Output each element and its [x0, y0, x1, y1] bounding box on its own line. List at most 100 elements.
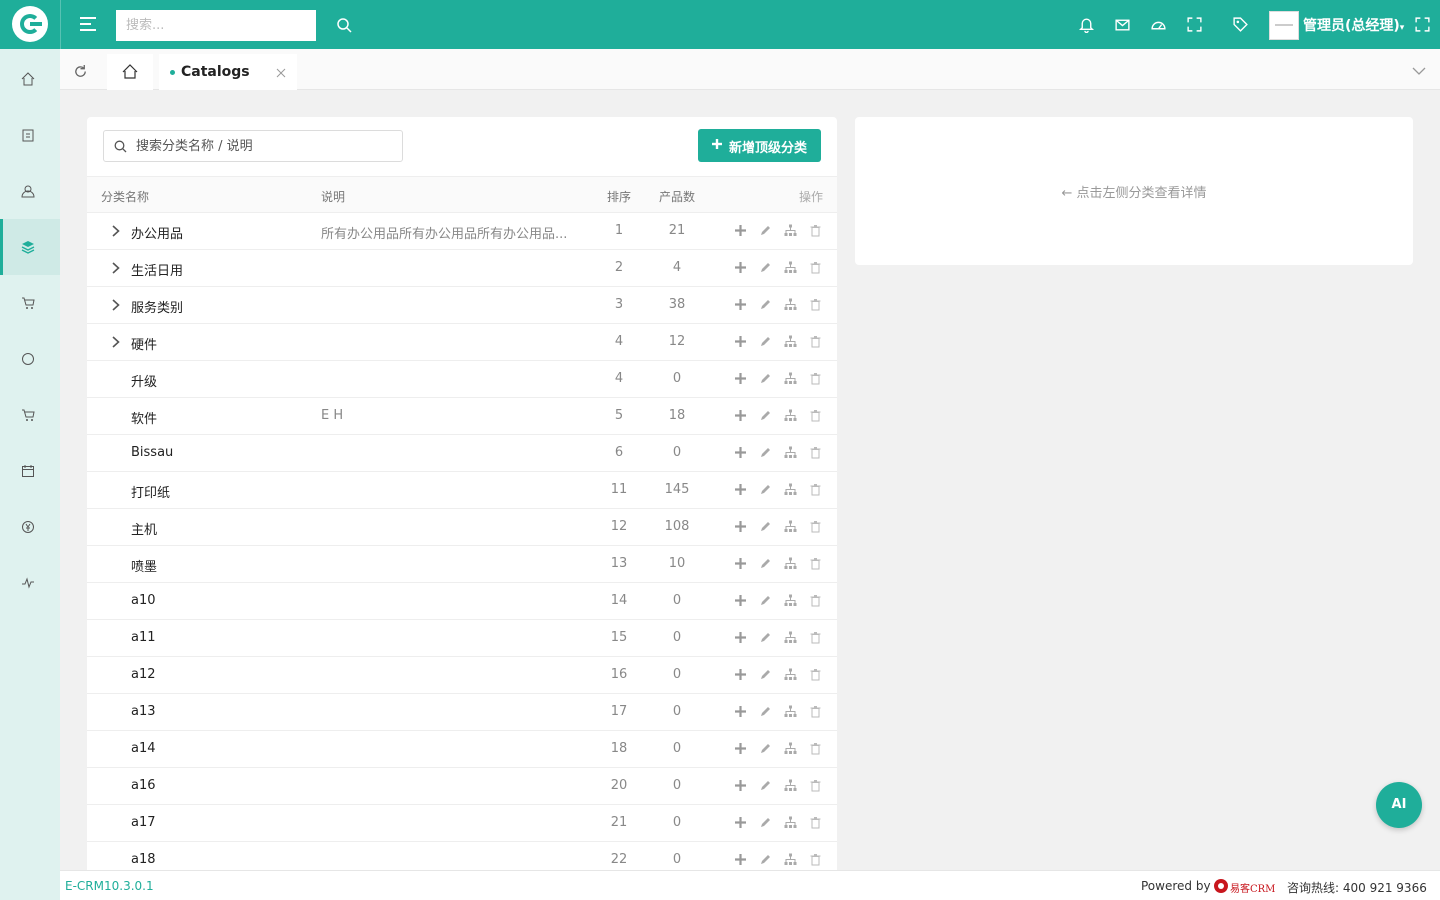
chevron-right-icon[interactable] [112, 336, 120, 348]
plus-icon[interactable] [734, 557, 747, 570]
trash-icon[interactable] [809, 446, 822, 459]
plus-icon[interactable] [734, 261, 747, 274]
table-row[interactable]: a10 14 0 [87, 583, 837, 620]
sidebar-item-finance[interactable] [0, 499, 60, 555]
catalog-search-input[interactable] [136, 131, 396, 161]
plus-icon[interactable] [734, 224, 747, 237]
plus-icon[interactable] [734, 409, 747, 422]
table-row[interactable]: 喷墨 13 10 [87, 546, 837, 583]
add-top-category-button[interactable]: 新增顶级分类 [698, 129, 821, 162]
category-name[interactable]: a13 [131, 704, 156, 719]
plus-icon[interactable] [734, 335, 747, 348]
plus-icon[interactable] [734, 520, 747, 533]
hierarchy-icon[interactable] [784, 261, 797, 274]
category-name[interactable]: Bissau [131, 445, 173, 460]
hierarchy-icon[interactable] [784, 705, 797, 718]
plus-icon[interactable] [734, 668, 747, 681]
trash-icon[interactable] [809, 520, 822, 533]
ai-assistant-button[interactable]: AI [1376, 782, 1422, 828]
hierarchy-icon[interactable] [784, 520, 797, 533]
pencil-icon[interactable] [759, 261, 772, 274]
trash-icon[interactable] [809, 779, 822, 792]
table-row[interactable]: 升级 4 0 [87, 361, 837, 398]
plus-icon[interactable] [734, 853, 747, 866]
category-name[interactable]: a11 [131, 630, 156, 645]
hierarchy-icon[interactable] [784, 742, 797, 755]
hierarchy-icon[interactable] [784, 446, 797, 459]
category-name[interactable]: 服务类别 [131, 297, 183, 316]
trash-icon[interactable] [809, 816, 822, 829]
pencil-icon[interactable] [759, 335, 772, 348]
tag-icon[interactable] [1232, 16, 1249, 33]
sidebar-item-contacts[interactable] [0, 163, 60, 219]
sidebar-item-calendar[interactable] [0, 443, 60, 499]
user-menu[interactable]: 管理员(总经理)▾ [1303, 15, 1404, 35]
table-row[interactable]: a16 20 0 [87, 768, 837, 805]
trash-icon[interactable] [809, 557, 822, 570]
plus-icon[interactable] [734, 816, 747, 829]
column-header-count[interactable]: 产品数 [659, 188, 695, 205]
chevron-right-icon[interactable] [112, 262, 120, 274]
dashboard-icon[interactable] [1150, 16, 1167, 33]
tab-catalogs[interactable]: Catalogs [159, 54, 297, 90]
trash-icon[interactable] [809, 224, 822, 237]
sidebar-item-status[interactable] [0, 331, 60, 387]
app-logo[interactable] [12, 6, 48, 42]
trash-icon[interactable] [809, 372, 822, 385]
search-icon[interactable] [336, 17, 352, 33]
column-header-name[interactable]: 分类名称 [101, 188, 149, 205]
expand-icon[interactable] [1414, 16, 1431, 33]
hierarchy-icon[interactable] [784, 335, 797, 348]
table-row[interactable]: a17 21 0 [87, 805, 837, 842]
category-name[interactable]: 主机 [131, 519, 157, 538]
sidebar-item-orders[interactable] [0, 275, 60, 331]
plus-icon[interactable] [734, 705, 747, 718]
category-name[interactable]: a10 [131, 593, 156, 608]
pencil-icon[interactable] [759, 483, 772, 496]
refresh-icon[interactable] [73, 64, 88, 79]
pencil-icon[interactable] [759, 742, 772, 755]
table-row[interactable]: 软件 E H 5 18 [87, 398, 837, 435]
category-name[interactable]: 生活日用 [131, 260, 183, 279]
category-name[interactable]: a17 [131, 815, 156, 830]
mail-icon[interactable] [1114, 16, 1131, 33]
trash-icon[interactable] [809, 409, 822, 422]
pencil-icon[interactable] [759, 853, 772, 866]
global-search-input[interactable] [116, 10, 316, 41]
trash-icon[interactable] [809, 594, 822, 607]
table-row[interactable]: a13 17 0 [87, 694, 837, 731]
category-name[interactable]: 喷墨 [131, 556, 157, 575]
trash-icon[interactable] [809, 298, 822, 311]
fullscreen-icon[interactable] [1186, 16, 1203, 33]
plus-icon[interactable] [734, 446, 747, 459]
trash-icon[interactable] [809, 483, 822, 496]
table-row[interactable]: Bissau 6 0 [87, 435, 837, 472]
table-row[interactable]: 生活日用 2 4 [87, 250, 837, 287]
plus-icon[interactable] [734, 742, 747, 755]
hierarchy-icon[interactable] [784, 409, 797, 422]
hierarchy-icon[interactable] [784, 557, 797, 570]
hierarchy-icon[interactable] [784, 483, 797, 496]
pencil-icon[interactable] [759, 631, 772, 644]
plus-icon[interactable] [734, 483, 747, 496]
avatar[interactable] [1269, 11, 1299, 40]
chevron-down-icon[interactable] [1412, 67, 1426, 75]
pencil-icon[interactable] [759, 557, 772, 570]
close-icon[interactable] [276, 68, 286, 78]
hierarchy-icon[interactable] [784, 779, 797, 792]
chevron-right-icon[interactable] [112, 299, 120, 311]
pencil-icon[interactable] [759, 594, 772, 607]
category-name[interactable]: 软件 [131, 408, 157, 427]
category-name[interactable]: a18 [131, 852, 156, 867]
sidebar-item-catalogs[interactable] [0, 219, 60, 275]
pencil-icon[interactable] [759, 520, 772, 533]
sidebar-item-home[interactable] [0, 51, 60, 107]
trash-icon[interactable] [809, 705, 822, 718]
plus-icon[interactable] [734, 631, 747, 644]
hierarchy-icon[interactable] [784, 372, 797, 385]
pencil-icon[interactable] [759, 409, 772, 422]
category-name[interactable]: a16 [131, 778, 156, 793]
table-row[interactable]: a12 16 0 [87, 657, 837, 694]
menu-toggle-icon[interactable] [80, 17, 96, 31]
hierarchy-icon[interactable] [784, 853, 797, 866]
